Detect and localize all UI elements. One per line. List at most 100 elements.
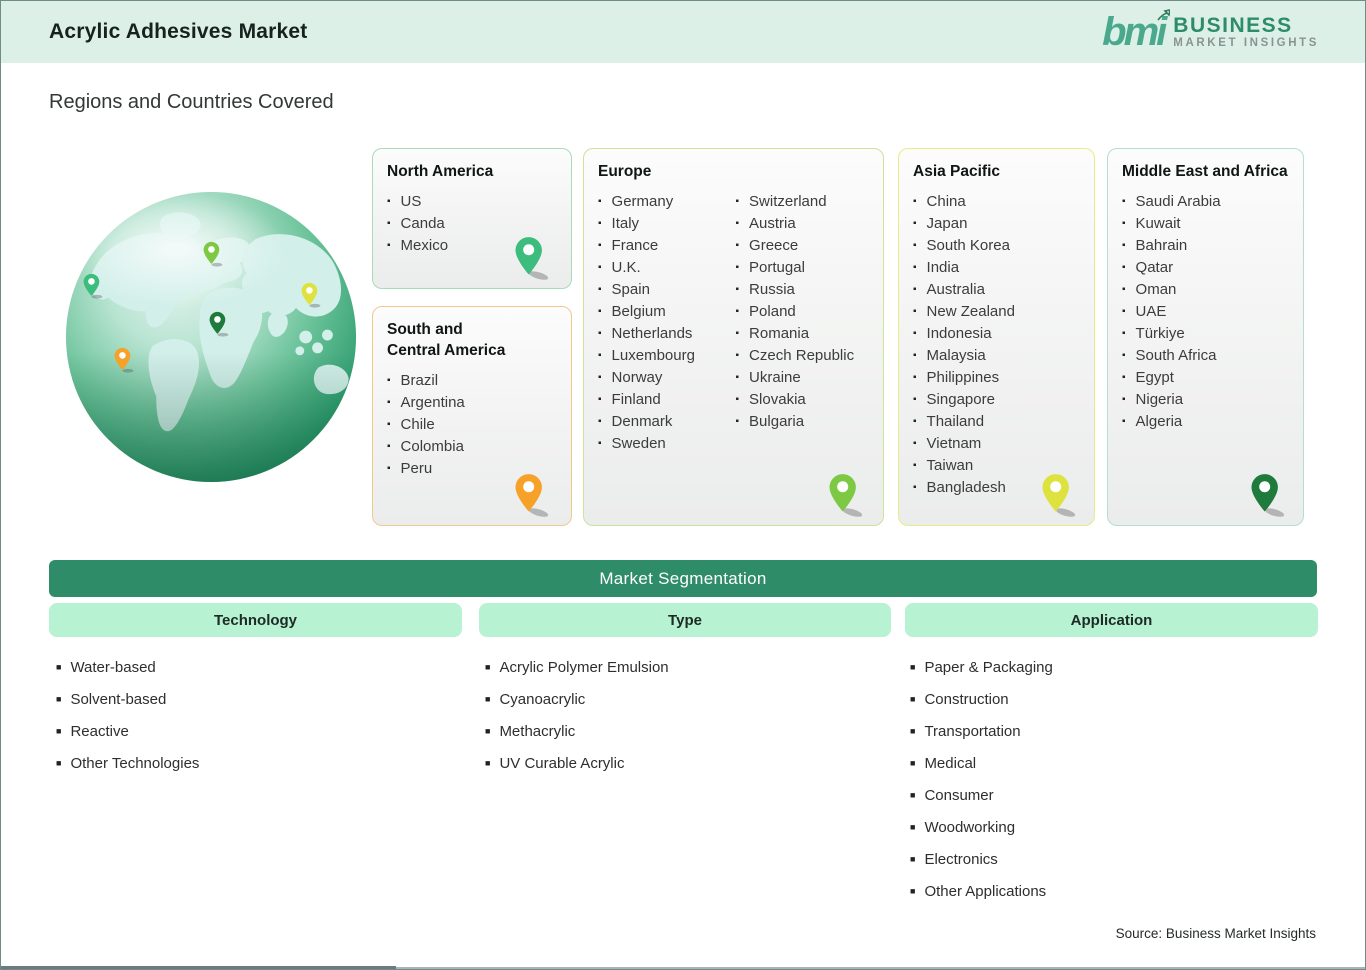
country-item: ▪Greece [736, 235, 870, 257]
location-pin-icon [513, 473, 551, 517]
bullet-icon: ▪ [913, 416, 917, 427]
country-label: Brazil [401, 372, 439, 389]
country-item: ▪Portugal [736, 257, 870, 279]
segment-label: Solvent-based [70, 691, 166, 708]
segment-item: ■Transportation [910, 715, 1053, 747]
country-item: ▪Nigeria [1122, 389, 1289, 411]
segment-label: Acrylic Polymer Emulsion [499, 659, 668, 676]
segment-label: Paper & Packaging [924, 659, 1052, 676]
segment-label: Cyanoacrylic [499, 691, 585, 708]
bullet-icon: ■ [56, 694, 61, 704]
header-bar: Acrylic Adhesives Market bmi BUSINESS MA… [1, 1, 1365, 63]
country-item: ▪Sweden [598, 433, 732, 455]
country-item: ▪Czech Republic [736, 345, 870, 367]
country-label: France [612, 237, 659, 254]
country-item: ▪Argentina [387, 392, 557, 414]
country-item: ▪Malaysia [913, 345, 1080, 367]
segment-item: ■Water-based [56, 651, 199, 683]
country-item: ▪Indonesia [913, 323, 1080, 345]
country-label: Luxembourg [612, 347, 695, 364]
country-label: Belgium [612, 303, 666, 320]
bullet-icon: ▪ [1122, 416, 1126, 427]
logo-wordmark: BUSINESS MARKET INSIGHTS [1173, 15, 1319, 49]
country-item: ▪France [598, 235, 732, 257]
globe-illustration [63, 189, 359, 485]
segment-header-application: Application [905, 603, 1318, 637]
bullet-icon: ▪ [736, 240, 740, 251]
segment-item: ■ Consumer [910, 779, 1053, 811]
bullet-icon: ■ [56, 758, 61, 768]
country-label: Canda [401, 215, 445, 232]
page-title: Acrylic Adhesives Market [49, 20, 307, 44]
bullet-icon: ■ [910, 694, 915, 704]
country-item: ▪US [387, 191, 557, 213]
bullet-icon: ▪ [598, 416, 602, 427]
segment-label: Consumer [924, 787, 993, 804]
bullet-icon: ▪ [1122, 350, 1126, 361]
bullet-icon: ▪ [913, 196, 917, 207]
segment-header-type: Type [479, 603, 891, 637]
bullet-icon: ▪ [1122, 284, 1126, 295]
bullet-icon: ▪ [913, 394, 917, 405]
bullet-icon: ■ [485, 726, 490, 736]
country-item: ▪Poland [736, 301, 870, 323]
segment-header-label: Type [668, 612, 702, 629]
country-label: Australia [927, 281, 985, 298]
country-label: Spain [612, 281, 650, 298]
country-item: ▪Finland [598, 389, 732, 411]
country-item: ▪Denmark [598, 411, 732, 433]
bullet-icon: ▪ [1122, 262, 1126, 273]
country-item: ▪Türkiye [1122, 323, 1289, 345]
country-item: ▪Bahrain [1122, 235, 1289, 257]
country-item: ▪ China [913, 191, 1080, 213]
region-card-europe: Europe ▪Germany▪Italy▪France▪U.K.▪Spain▪… [583, 148, 884, 526]
bullet-icon: ▪ [913, 372, 917, 383]
bullet-icon: ■ [56, 726, 61, 736]
segment-label: Other Applications [924, 883, 1046, 900]
bullet-icon: ■ [485, 662, 490, 672]
country-label: New Zealand [927, 303, 1015, 320]
bullet-icon: ▪ [1122, 218, 1126, 229]
segment-label: Other Technologies [70, 755, 199, 772]
country-label: Slovakia [749, 391, 806, 408]
bullet-icon: ■ [910, 662, 915, 672]
infographic-page: Acrylic Adhesives Market bmi BUSINESS MA… [0, 0, 1366, 970]
country-label: China [927, 193, 966, 210]
country-item: ▪UAE [1122, 301, 1289, 323]
bullet-icon: ▪ [1122, 306, 1126, 317]
bullet-icon: ▪ [736, 394, 740, 405]
bullet-icon: ■ [485, 758, 490, 768]
country-label: Portugal [749, 259, 805, 276]
market-segmentation-banner: Market Segmentation [49, 560, 1317, 597]
bullet-icon: ■ [910, 790, 915, 800]
location-pin-icon [1249, 473, 1287, 517]
country-label: India [927, 259, 960, 276]
location-pin-icon [827, 473, 865, 517]
country-item: ▪Russia [736, 279, 870, 301]
globe-pin-middle-east-icon [208, 311, 230, 338]
bullet-icon: ▪ [913, 218, 917, 229]
segment-item: ■ Other Technologies [56, 747, 199, 779]
bullet-icon: ▪ [598, 372, 602, 383]
country-item: ▪South Africa [1122, 345, 1289, 367]
segment-item: ■ Paper & Packaging [910, 651, 1053, 683]
bullet-icon: ▪ [913, 262, 917, 273]
bullet-icon: ▪ [387, 218, 391, 229]
bullet-icon: ▪ [736, 196, 740, 207]
bullet-icon: ▪ [387, 240, 391, 251]
globe-pin-europe-icon [202, 241, 224, 268]
country-item: ▪Vietnam [913, 433, 1080, 455]
country-label: US [401, 193, 422, 210]
country-label: Kuwait [1136, 215, 1181, 232]
bullet-icon: ▪ [598, 328, 602, 339]
bullet-icon: ▪ [598, 218, 602, 229]
country-item: ▪Oman [1122, 279, 1289, 301]
country-item: ▪Netherlands [598, 323, 732, 345]
country-item: ▪Thailand [913, 411, 1080, 433]
country-item: ▪Colombia [387, 436, 557, 458]
country-item: ▪Switzerland [736, 191, 870, 213]
region-title: South and Central America [387, 320, 557, 362]
segment-item: ■Reactive [56, 715, 199, 747]
country-item: ▪Chile [387, 414, 557, 436]
country-item: ▪ India [913, 257, 1080, 279]
